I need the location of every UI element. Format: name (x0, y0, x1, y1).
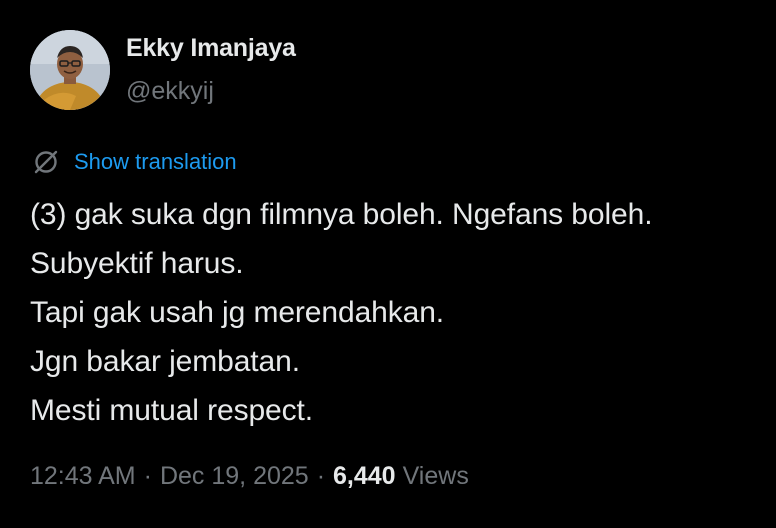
tweet-line: Mesti mutual respect. (30, 394, 314, 427)
show-translation-button[interactable]: Show translation (30, 146, 237, 178)
author-handle[interactable]: @ekkyij (126, 77, 214, 106)
avatar[interactable] (30, 30, 110, 110)
tweet-text: (3) gak suka dgn filmnya boleh. Ngefans … (30, 190, 770, 435)
show-translation-label: Show translation (74, 149, 237, 174)
tweet-line: Tapi gak usah jg merendahkan. (30, 296, 445, 329)
views-count[interactable]: 6,440 (333, 462, 396, 491)
tweet-line: Jgn bakar jembatan. (30, 345, 300, 378)
meta-separator: · (316, 462, 326, 490)
meta-separator: · (143, 462, 152, 490)
tweet-date-link[interactable]: Dec 19, 2025 (160, 462, 309, 491)
tweet-line: Subyektif harus. (30, 247, 244, 280)
translate-icon (34, 150, 58, 174)
tweet-metadata: 12:43 AM · Dec 19, 2025 · 6,440 Views (30, 462, 469, 491)
tweet-detail: Ekky Imanjaya @ekkyij Show translation (… (0, 0, 776, 528)
author-name[interactable]: Ekky Imanjaya (126, 34, 296, 63)
person-avatar-icon (30, 30, 110, 110)
tweet-line: (3) gak suka dgn filmnya boleh. Ngefans … (30, 198, 653, 231)
views-label: Views (402, 462, 469, 490)
tweet-time-link[interactable]: 12:43 AM (30, 462, 136, 491)
